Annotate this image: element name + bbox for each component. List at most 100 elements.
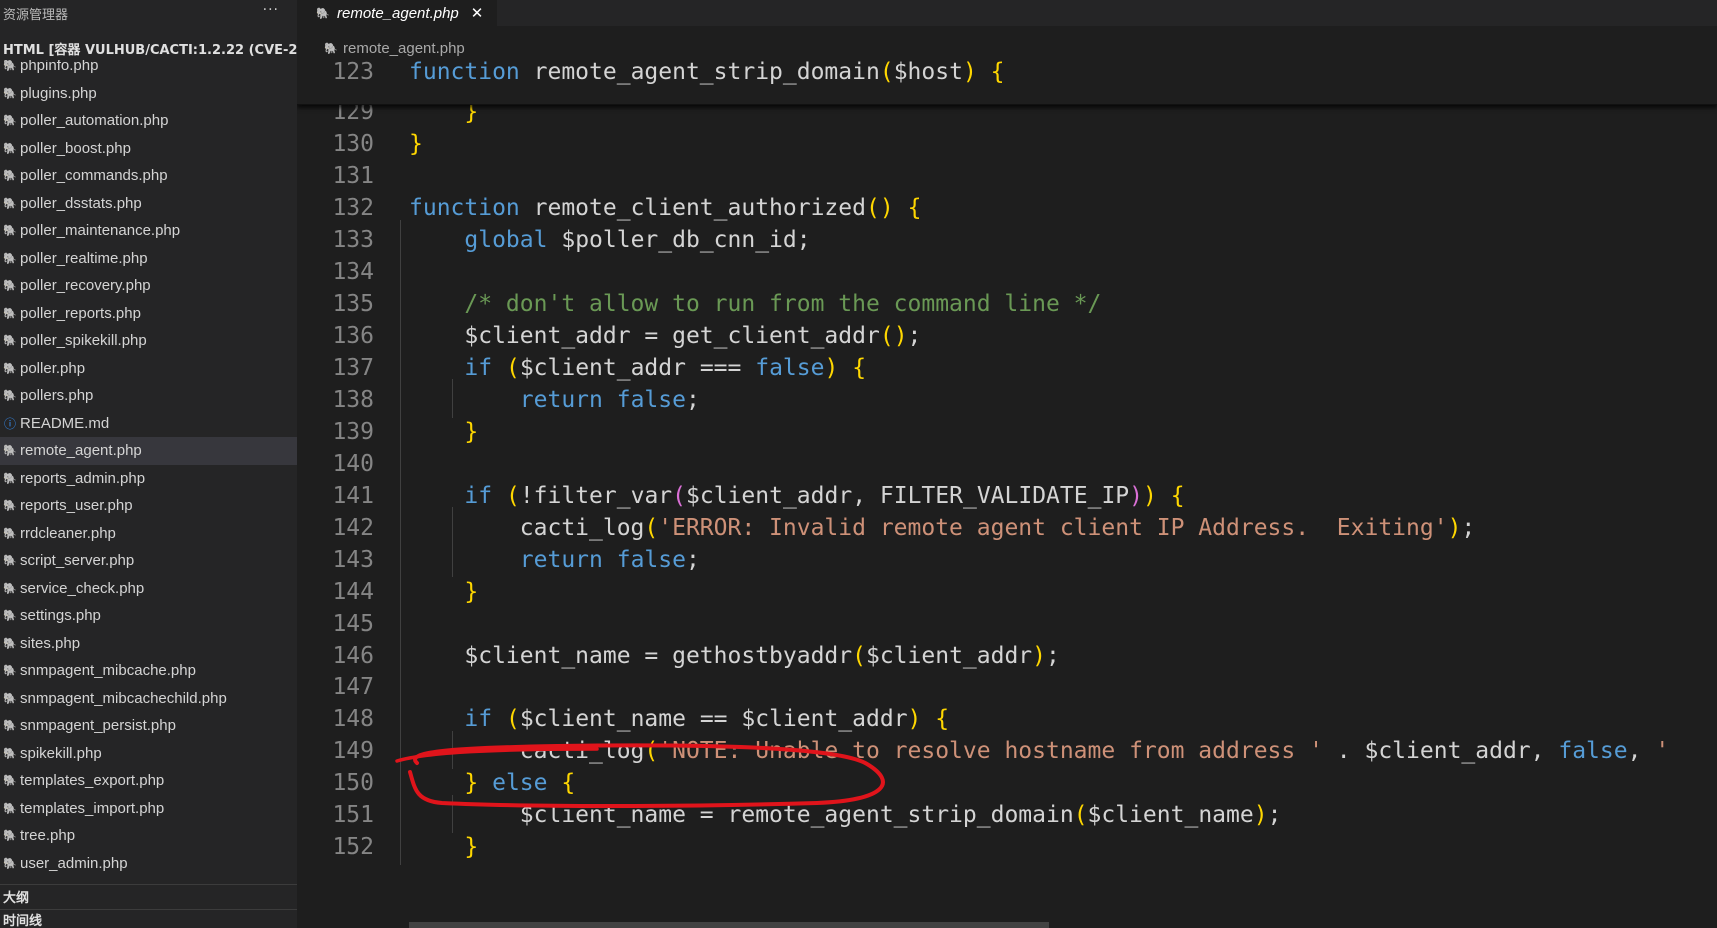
file-item[interactable]: 🐘 tree.php [0, 822, 297, 850]
explorer-title: 资源管理器 [0, 0, 297, 26]
code-line[interactable]: 147 [297, 670, 1717, 705]
line-number: 149 [332, 738, 374, 765]
file-item[interactable]: 🐘 snmpagent_persist.php [0, 712, 297, 740]
code-line[interactable]: 130} [297, 127, 1717, 162]
file-item[interactable]: 🐘 poller.php [0, 355, 297, 383]
file-item[interactable]: 🐘 templates_import.php [0, 795, 297, 823]
outline-panel-header[interactable]: 大纲 [0, 884, 297, 908]
file-item[interactable]: 🐘 remote_agent.php [0, 437, 297, 465]
file-name: templates_export.php [20, 772, 165, 790]
php-elephant-icon: 🐘 [3, 802, 17, 815]
file-name: user_admin.php [20, 854, 128, 872]
close-icon[interactable]: ✕ [471, 4, 484, 22]
timeline-panel-header[interactable]: 时间线 [0, 909, 297, 928]
tab-remote-agent[interactable]: 🐘 remote_agent.php ✕ [297, 0, 497, 26]
line-number: 141 [332, 482, 374, 509]
breadcrumb[interactable]: 🐘 remote_agent.php [321, 38, 465, 58]
file-item[interactable]: ⓘ README.md [0, 410, 297, 438]
file-name: README.md [20, 414, 110, 432]
file-item[interactable]: 🐘 poller_automation.php [0, 107, 297, 135]
code-text: /* don't allow to run from the command l… [464, 291, 1102, 318]
code-text: global $poller_db_cnn_id; [464, 227, 811, 254]
tab-label: remote_agent.php [337, 4, 459, 22]
file-name: poller_realtime.php [20, 249, 148, 267]
breadcrumb-file[interactable]: remote_agent.php [343, 40, 465, 57]
php-elephant-icon: 🐘 [3, 362, 17, 375]
code-text: } [464, 834, 479, 861]
line-number: 143 [332, 546, 374, 573]
file-name: poller_boost.php [20, 139, 131, 157]
file-item[interactable]: 🐘 poller_commands.php [0, 162, 297, 190]
code-line[interactable]: 143 return false; [297, 542, 1717, 577]
code-line[interactable]: 137 if ($client_addr === false) { [297, 351, 1717, 386]
file-item[interactable]: 🐘 pollers.php [0, 382, 297, 410]
code-text: cacti_log('NOTE: Unable to resolve hostn… [519, 738, 1670, 765]
file-item[interactable]: 🐘 script_server.php [0, 547, 297, 575]
file-item[interactable]: 🐘 poller_reports.php [0, 300, 297, 328]
code-line[interactable]: 131 [297, 159, 1717, 194]
file-name: remote_agent.php [20, 442, 142, 460]
file-item[interactable]: 🐘 poller_dsstats.php [0, 190, 297, 218]
code-line[interactable]: 136 $client_addr = get_client_addr(); [297, 319, 1717, 354]
code-line[interactable]: 132 function remote_client_authorized() { [297, 191, 1717, 226]
code-line[interactable]: 135 /* don't allow to run from the comma… [297, 287, 1717, 322]
editor-group: 🐘 remote_agent.php ✕ 🐘 remote_agent.php … [297, 0, 1717, 928]
file-item[interactable]: 🐘 poller_boost.php [0, 135, 297, 163]
code-line[interactable]: 146 $client_name = gethostbyaddr($client… [297, 638, 1717, 673]
code-line[interactable]: 139 } [297, 415, 1717, 450]
file-item[interactable]: 🐘 plugins.php [0, 80, 297, 108]
code-line[interactable]: 151 $client_name = remote_agent_strip_do… [297, 798, 1717, 833]
file-item[interactable]: 🐘 spikekill.php [0, 740, 297, 768]
php-elephant-icon: 🐘 [3, 390, 17, 403]
file-item[interactable]: 🐘 poller_recovery.php [0, 272, 297, 300]
file-item[interactable]: 🐘 poller_realtime.php [0, 245, 297, 273]
php-elephant-icon: 🐘 [3, 170, 17, 183]
sticky-scroll-header[interactable]: 123 function remote_agent_strip_domain($h… [297, 60, 1717, 105]
file-item[interactable]: 🐘 user_admin.php [0, 850, 297, 878]
code-line[interactable]: 123 function remote_agent_strip_domain($h… [297, 60, 1717, 90]
workspace-section-header[interactable]: HTML [容器 VULHUB/CACTI:1.2.22 (CVE-20... [0, 36, 297, 60]
code-line[interactable]: 145 [297, 606, 1717, 641]
horizontal-scrollbar[interactable] [409, 922, 1049, 928]
file-item[interactable]: 🐘 rrdcleaner.php [0, 520, 297, 548]
code-line[interactable]: 149 cacti_log('NOTE: Unable to resolve h… [297, 734, 1717, 769]
code-line[interactable]: 148 if ($client_name == $client_addr) { [297, 702, 1717, 737]
line-number: 132 [332, 195, 374, 222]
code-line[interactable]: 134 [297, 255, 1717, 290]
code-line[interactable]: 142 cacti_log('ERROR: Invalid remote age… [297, 510, 1717, 545]
file-item[interactable]: 🐘 snmpagent_mibcache.php [0, 657, 297, 685]
code-line[interactable]: 141 if (!filter_var($client_addr, FILTER… [297, 478, 1717, 513]
code-text: function remote_agent_strip_domain($host… [409, 60, 1005, 86]
file-tree: 🐘 phpinfo.php 🐘 plugins.php 🐘 poller_automati… [0, 52, 297, 877]
code-editor[interactable]: 123 function remote_agent_strip_domain($h… [297, 60, 1717, 928]
file-item[interactable]: 🐘 templates_export.php [0, 767, 297, 795]
code-line[interactable]: 144 } [297, 574, 1717, 609]
file-name: settings.php [20, 607, 101, 625]
php-elephant-icon: 🐘 [3, 252, 17, 265]
code-line[interactable]: 152 } [297, 830, 1717, 865]
file-item[interactable]: 🐘 reports_admin.php [0, 465, 297, 493]
code-line[interactable]: 150 } else { [297, 766, 1717, 801]
file-name: service_check.php [20, 579, 145, 597]
more-actions-button[interactable]: ··· [263, 2, 279, 18]
code-line[interactable]: 138 return false; [297, 383, 1717, 418]
file-name: poller_dsstats.php [20, 194, 142, 212]
file-item[interactable]: 🐘 settings.php [0, 602, 297, 630]
code-text: $client_name = remote_agent_strip_domain… [519, 802, 1282, 829]
code-line[interactable]: 133 global $poller_db_cnn_id; [297, 223, 1717, 258]
code-text: $client_name = gethostbyaddr($client_add… [464, 642, 1060, 669]
file-item[interactable]: 🐘 service_check.php [0, 575, 297, 603]
php-elephant-icon: 🐘 [3, 747, 17, 760]
file-item[interactable]: 🐘 poller_spikekill.php [0, 327, 297, 355]
file-item[interactable]: 🐘 poller_maintenance.php [0, 217, 297, 245]
file-name: sites.php [20, 634, 81, 652]
php-elephant-icon: 🐘 [3, 87, 17, 100]
file-item[interactable]: 🐘 reports_user.php [0, 492, 297, 520]
file-name: poller_spikekill.php [20, 332, 147, 350]
file-name: plugins.php [20, 84, 97, 102]
php-elephant-icon: 🐘 [3, 445, 17, 458]
file-item[interactable]: 🐘 sites.php [0, 630, 297, 658]
file-item[interactable]: 🐘 snmpagent_mibcachechild.php [0, 685, 297, 713]
php-elephant-icon: 🐘 [3, 60, 17, 73]
code-line[interactable]: 140 [297, 446, 1717, 481]
